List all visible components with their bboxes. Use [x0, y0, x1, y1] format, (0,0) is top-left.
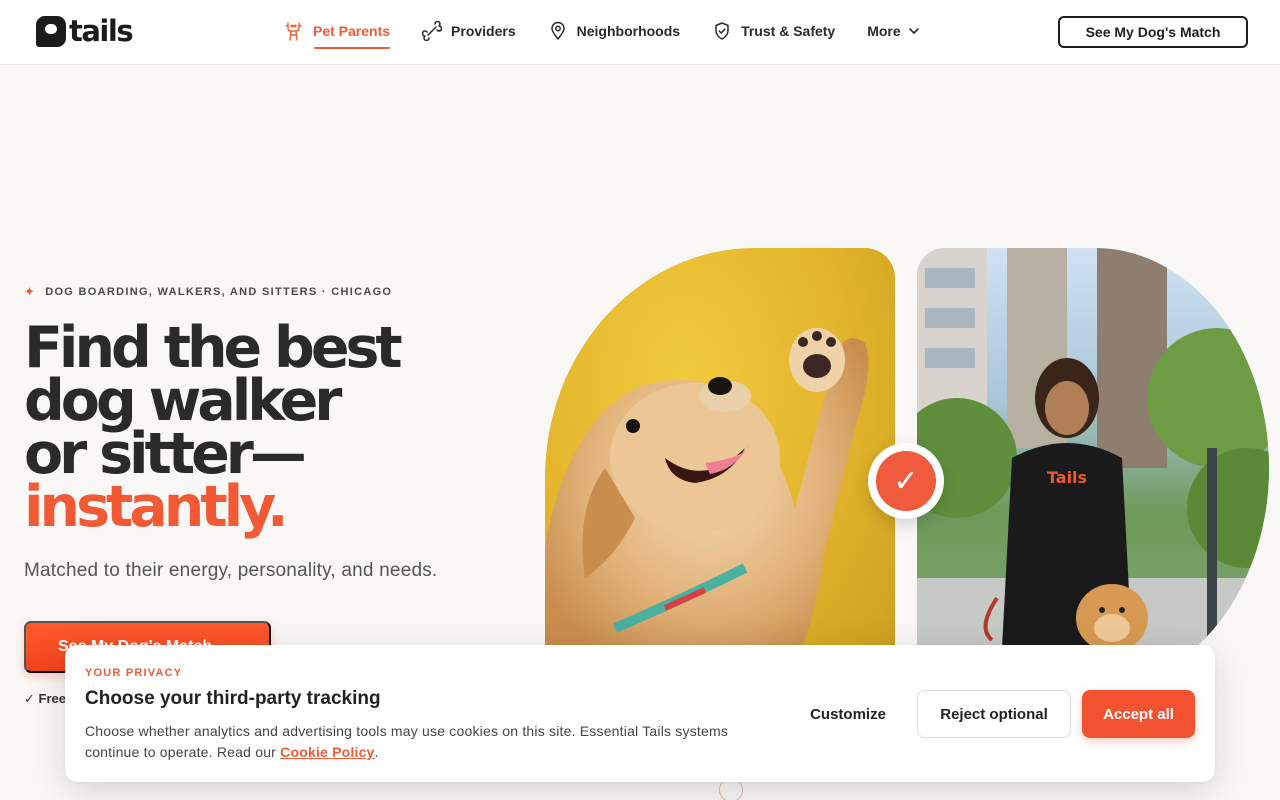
nav-label-pet-parents: Pet Parents [313, 23, 391, 39]
headline-accent: instantly. [24, 474, 289, 540]
hero-eyebrow: ✦ DOG BOARDING, WALKERS, AND SITTERS · C… [24, 284, 392, 300]
map-pin-icon [550, 21, 565, 40]
tails-logo[interactable]: tails [36, 14, 134, 48]
eyebrow-text: DOG BOARDING, WALKERS, AND SITTERS · CHI… [45, 286, 393, 298]
nav-label-trust-safety: Trust & Safety [741, 23, 836, 39]
main-nav: Pet Parents Providers Neighborhoods Trus… [284, 18, 953, 49]
nav-item-neighborhoods[interactable]: Neighborhoods [548, 18, 680, 44]
dog-walker-illustration: Tails [917, 248, 1269, 688]
nav-item-more[interactable]: More [867, 18, 920, 44]
nav-label-providers: Providers [451, 23, 516, 39]
cookie-body-text: Choose whether analytics and advertising… [85, 723, 729, 760]
accept-all-button[interactable]: Accept all [1082, 690, 1195, 738]
reject-optional-button[interactable]: Reject optional [917, 690, 1071, 738]
logo-text: tails [69, 14, 134, 48]
active-underline [314, 47, 391, 49]
nav-label-more: More [867, 23, 901, 39]
sparkle-icon: ✦ [24, 284, 37, 299]
dog-photo [545, 248, 895, 688]
walker-photo: Tails [917, 248, 1269, 688]
dog-icon [285, 22, 302, 41]
cookie-title: Choose your third-party tracking [85, 688, 381, 709]
match-check-badge: ✓ [868, 443, 944, 519]
nav-item-pet-parents[interactable]: Pet Parents [284, 18, 391, 49]
shield-check-icon [715, 22, 729, 40]
chevron-down-icon [908, 28, 919, 34]
cookie-body: Choose whether analytics and advertising… [85, 721, 765, 763]
cookie-policy-link[interactable]: Cookie Policy [280, 744, 374, 760]
check-icon: ✓ [876, 451, 936, 511]
hero-note: ✓ Free [24, 691, 66, 706]
site-header: tails Pet Parents Providers Neighborhood… [0, 0, 1280, 65]
hero-subhead: Matched to their energy, personality, an… [24, 560, 438, 581]
golden-retriever-illustration [545, 328, 869, 688]
cookie-kicker: YOUR PRIVACY [85, 667, 183, 679]
header-match-button[interactable]: See My Dog's Match [1058, 16, 1248, 48]
hero-headline: Find the best dog walker or sitter— inst… [24, 320, 403, 540]
nav-item-providers[interactable]: Providers [422, 18, 516, 44]
logo-mark-icon [36, 16, 66, 47]
cookie-banner: YOUR PRIVACY Choose your third-party tra… [65, 645, 1215, 782]
cookie-body-end: . [374, 744, 379, 760]
nav-label-neighborhoods: Neighborhoods [576, 23, 681, 39]
customize-button[interactable]: Customize [793, 690, 903, 738]
nav-item-trust-safety[interactable]: Trust & Safety [712, 18, 835, 44]
bone-icon [422, 21, 443, 41]
svg-text:Tails: Tails [1047, 468, 1087, 487]
